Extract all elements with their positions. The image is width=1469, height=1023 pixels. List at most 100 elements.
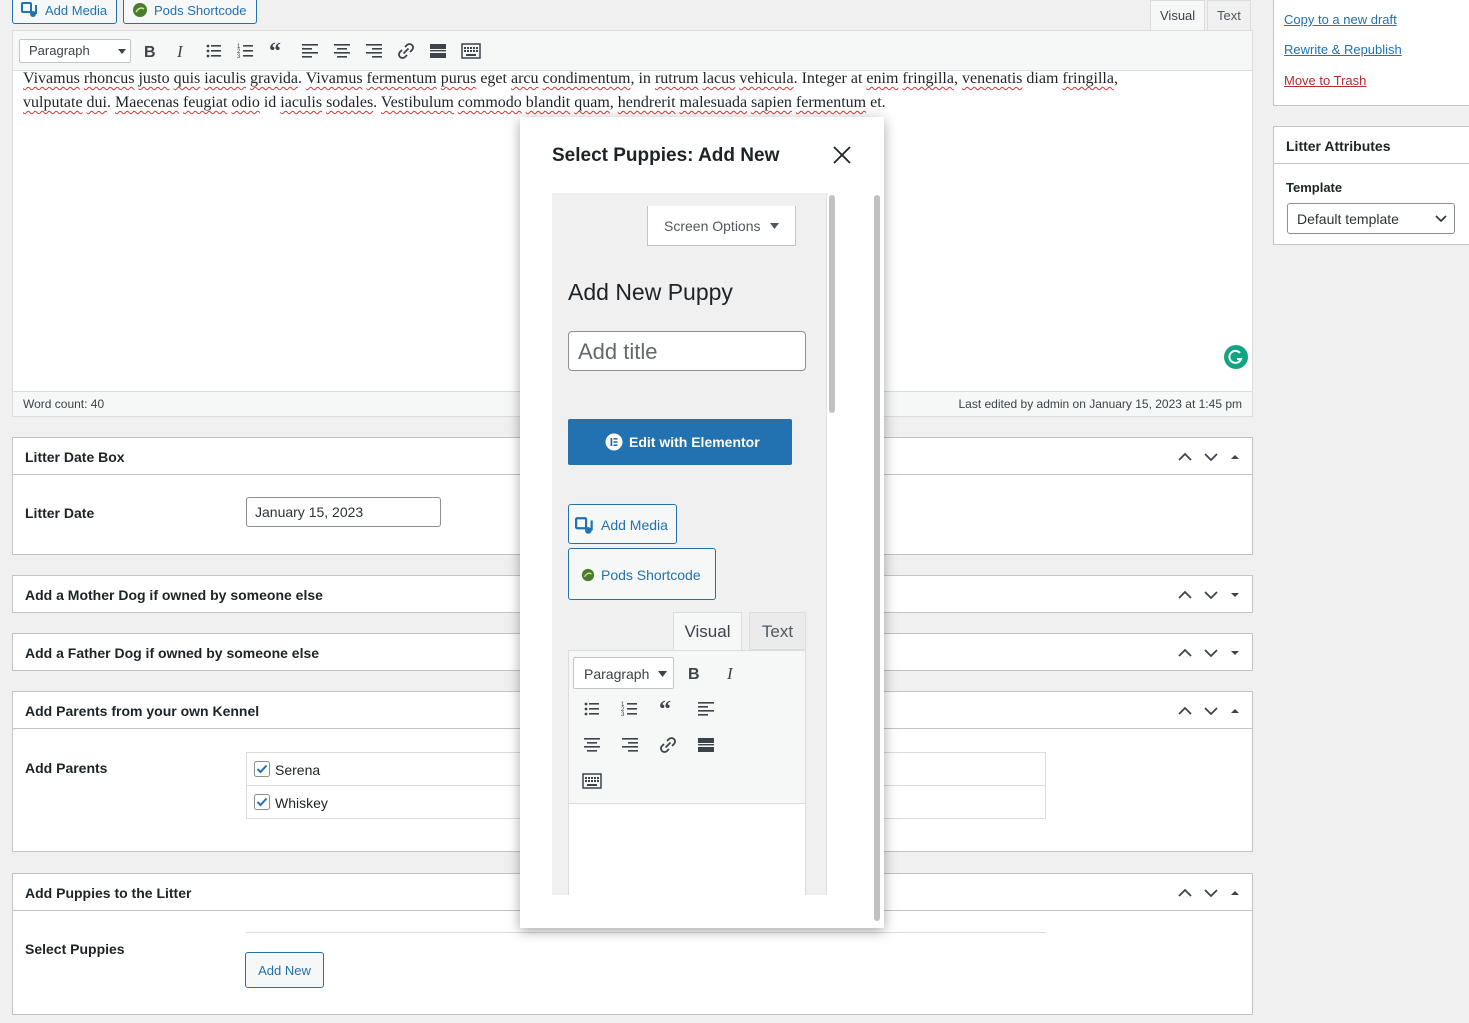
- add-parents-label: Add Parents: [25, 760, 108, 776]
- litter-attributes-box: Litter Attributes Template Default templ…: [1273, 126, 1469, 245]
- move-up-icon[interactable]: [1176, 644, 1194, 662]
- toolbar-toggle-icon[interactable]: [582, 772, 602, 790]
- media-icon: [21, 2, 37, 17]
- misspelled-word: vehicula: [739, 70, 794, 87]
- tab-visual[interactable]: Visual: [1150, 0, 1206, 30]
- rewrite-republish-link[interactable]: Rewrite & Republish: [1284, 42, 1402, 57]
- chevron-down-icon: [1435, 215, 1447, 223]
- bullet-list-icon[interactable]: [205, 42, 223, 60]
- select-puppies-label: Select Puppies: [25, 941, 125, 957]
- format-select[interactable]: Paragraph: [19, 39, 131, 63]
- move-down-icon[interactable]: [1202, 884, 1220, 902]
- toggle-down-icon[interactable]: [1228, 646, 1242, 660]
- misspelled-word: arcu: [510, 70, 539, 87]
- box-title: Add a Father Dog if owned by someone els…: [25, 645, 320, 661]
- checkbox-checked-icon[interactable]: [254, 761, 270, 777]
- move-down-icon[interactable]: [1202, 702, 1220, 720]
- copy-draft-link[interactable]: Copy to a new draft: [1284, 12, 1397, 27]
- title-input[interactable]: Add title: [568, 331, 806, 371]
- svg-text:I: I: [176, 42, 184, 60]
- move-down-icon[interactable]: [1202, 448, 1220, 466]
- toolbar-toggle-icon[interactable]: [461, 42, 481, 60]
- move-to-trash-link[interactable]: Move to Trash: [1284, 73, 1366, 88]
- numbered-list-icon[interactable]: 123: [621, 700, 639, 718]
- text-segment: eget: [476, 70, 511, 87]
- modal-format-select[interactable]: Paragraph: [573, 657, 674, 689]
- bullet-list-icon[interactable]: [583, 700, 601, 718]
- move-up-icon[interactable]: [1176, 884, 1194, 902]
- move-up-icon[interactable]: [1176, 702, 1194, 720]
- iframe-scrollbar-thumb[interactable]: [829, 195, 835, 413]
- misspelled-word: malesuada: [679, 94, 748, 111]
- toggle-up-icon[interactable]: [1228, 704, 1242, 718]
- misspelled-word: commodo: [457, 94, 522, 111]
- misspelled-word: quam: [574, 94, 610, 111]
- blockquote-icon[interactable]: “: [659, 700, 677, 718]
- text-segment: ,: [1113, 70, 1118, 87]
- numbered-list-icon[interactable]: 123: [237, 42, 255, 60]
- box-title: Add Parents from your own Kennel: [25, 703, 260, 719]
- text-segment: ,: [609, 94, 618, 111]
- misspelled-word: feugiat: [182, 94, 228, 111]
- add-new-button[interactable]: Add New: [245, 952, 324, 988]
- litter-date-input[interactable]: January 15, 2023: [246, 497, 441, 527]
- toggle-up-icon[interactable]: [1228, 450, 1242, 464]
- misspelled-word: hendrerit: [617, 94, 676, 111]
- pods-shortcode-button[interactable]: Pods Shortcode: [123, 0, 257, 24]
- toggle-up-icon[interactable]: [1228, 886, 1242, 900]
- align-left-icon[interactable]: [697, 700, 715, 718]
- move-down-icon[interactable]: [1202, 644, 1220, 662]
- edit-with-elementor-button[interactable]: Edit with Elementor: [568, 419, 792, 465]
- align-center-icon[interactable]: [333, 42, 351, 60]
- editor-line-1: Vivamus rhoncus justo quis iaculis gravi…: [23, 67, 1248, 91]
- move-up-icon[interactable]: [1176, 448, 1194, 466]
- screen-options-button[interactable]: Screen Options: [647, 206, 796, 246]
- link-icon[interactable]: [397, 42, 415, 60]
- caret-down-icon: [770, 223, 779, 229]
- align-right-icon[interactable]: [365, 42, 383, 60]
- read-more-icon[interactable]: [697, 736, 715, 754]
- bold-icon[interactable]: B: [685, 664, 703, 682]
- template-select[interactable]: Default template: [1287, 203, 1455, 234]
- move-down-icon[interactable]: [1202, 586, 1220, 604]
- checkbox-checked-icon[interactable]: [254, 794, 270, 810]
- align-right-icon[interactable]: [621, 736, 639, 754]
- close-icon[interactable]: [832, 145, 852, 165]
- align-left-icon[interactable]: [301, 42, 319, 60]
- modal-pods-shortcode-button[interactable]: Pods Shortcode: [568, 548, 716, 600]
- modal-editor-content[interactable]: [568, 804, 806, 895]
- text-segment: , in: [630, 70, 655, 87]
- text-segment: diam: [1022, 70, 1063, 87]
- modal-add-media-button[interactable]: Add Media: [568, 504, 677, 544]
- tab-text[interactable]: Text: [1207, 0, 1251, 30]
- modal-editor-toolbar: Paragraph B I 123 “: [568, 650, 806, 804]
- editor-line-2: vulputate dui. Maecenas feugiat odio id …: [23, 91, 1248, 115]
- editor-content[interactable]: Vivamus rhoncus justo quis iaculis gravi…: [23, 67, 1248, 115]
- svg-text:B: B: [144, 44, 156, 60]
- bold-icon[interactable]: B: [141, 42, 159, 60]
- add-media-label: Add Media: [45, 2, 108, 18]
- move-up-icon[interactable]: [1176, 586, 1194, 604]
- box-header[interactable]: Litter Attributes: [1274, 127, 1469, 164]
- link-icon[interactable]: [659, 736, 677, 754]
- modal-tab-visual[interactable]: Visual: [673, 612, 742, 651]
- align-center-icon[interactable]: [583, 736, 601, 754]
- modal-iframe: Screen Options Add New Puppy Add title E…: [552, 193, 836, 895]
- litter-date-label: Litter Date: [25, 505, 95, 521]
- box-title: Add Puppies to the Litter: [25, 885, 192, 901]
- modal-scrollbar[interactable]: [872, 193, 882, 923]
- iframe-scrollbar[interactable]: [826, 193, 836, 895]
- italic-icon[interactable]: I: [173, 42, 191, 60]
- misspelled-word: quis: [173, 70, 201, 87]
- word-count: Word count: 40: [23, 397, 105, 411]
- editor-toolbar: Paragraph B I 123 “: [13, 31, 1252, 71]
- modal-scrollbar-thumb[interactable]: [874, 195, 880, 921]
- modal-tab-text[interactable]: Text: [749, 612, 806, 650]
- misspelled-word: fermentum: [366, 70, 437, 87]
- toggle-down-icon[interactable]: [1228, 588, 1242, 602]
- grammarly-icon[interactable]: [1224, 345, 1248, 369]
- add-media-button[interactable]: Add Media: [12, 0, 118, 24]
- read-more-icon[interactable]: [429, 42, 447, 60]
- italic-icon[interactable]: I: [723, 664, 741, 682]
- blockquote-icon[interactable]: “: [269, 42, 287, 60]
